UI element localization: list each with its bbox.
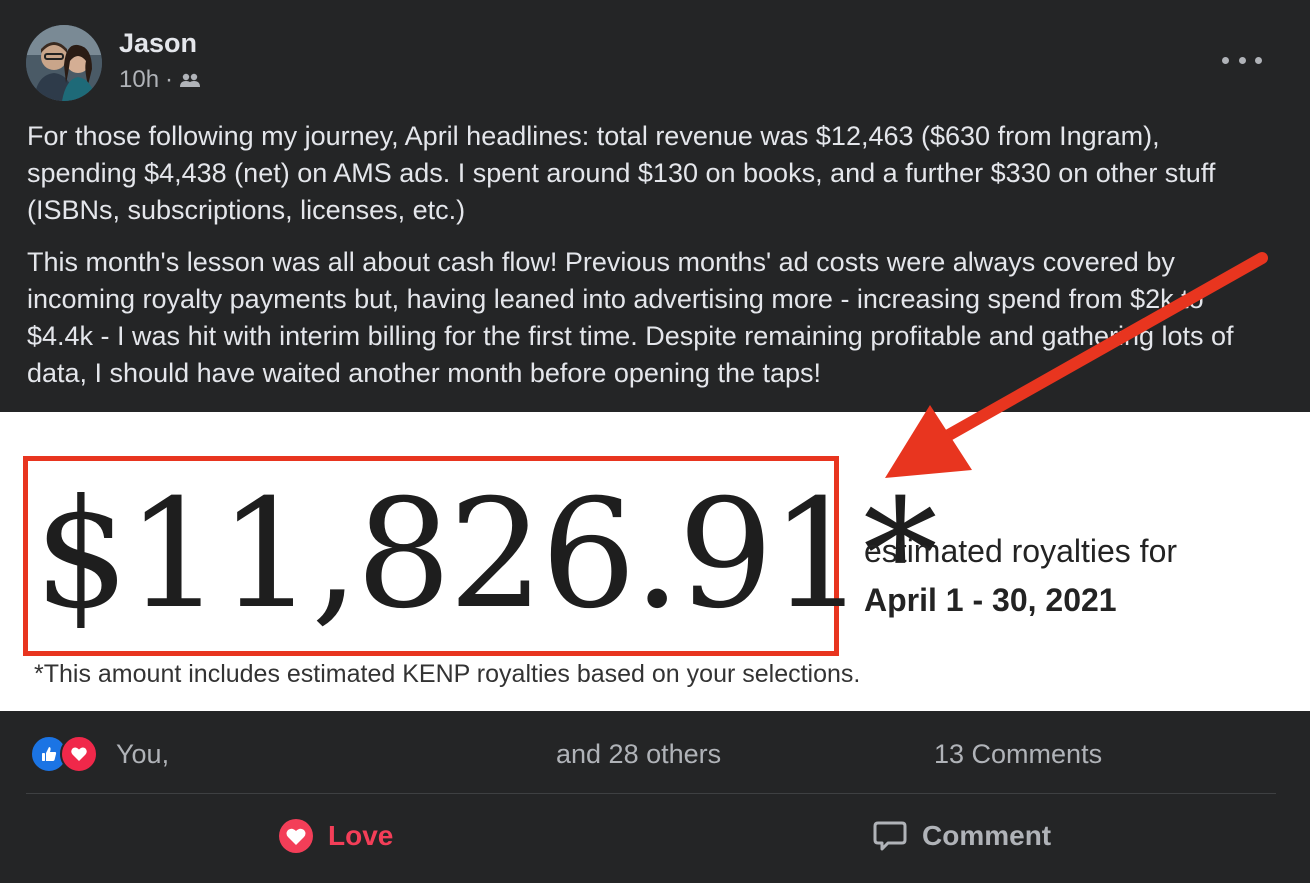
post-card: Jason 10h · For those following my journ… xyxy=(0,0,1310,883)
avatar[interactable] xyxy=(26,25,102,101)
post-time[interactable]: 10h xyxy=(119,66,159,94)
comments-count[interactable]: 13 Comments xyxy=(934,739,1102,770)
love-icon xyxy=(60,735,98,773)
royalty-label: estimated royalties for xyxy=(864,533,1178,569)
love-button[interactable]: Love xyxy=(278,808,393,864)
royalty-footnote: *This amount includes estimated KENP roy… xyxy=(34,660,861,688)
divider xyxy=(26,793,1276,794)
more-options-icon[interactable] xyxy=(1222,46,1262,74)
royalty-date-range: April 1 - 30, 2021 xyxy=(864,582,1117,618)
comment-button-label: Comment xyxy=(922,820,1052,851)
reactions-you[interactable]: You, xyxy=(116,739,169,770)
author-name[interactable]: Jason xyxy=(119,28,197,59)
friends-icon xyxy=(180,73,201,87)
love-icon xyxy=(279,819,313,853)
avatar-photo xyxy=(26,25,102,101)
love-button-label: Love xyxy=(328,820,394,851)
comment-icon xyxy=(873,821,907,851)
reactions-others[interactable]: and 28 others xyxy=(556,739,721,770)
royalty-amount: $11,826.91* xyxy=(34,468,938,642)
reaction-icons[interactable] xyxy=(30,735,98,773)
post-meta: 10h · xyxy=(119,66,201,94)
post-text-paragraph: For those following my journey, April he… xyxy=(27,121,1216,225)
comment-button[interactable]: Comment xyxy=(872,808,1051,864)
meta-separator: · xyxy=(165,66,174,93)
post-text-paragraph: This month's lesson was all about cash f… xyxy=(27,247,1234,388)
